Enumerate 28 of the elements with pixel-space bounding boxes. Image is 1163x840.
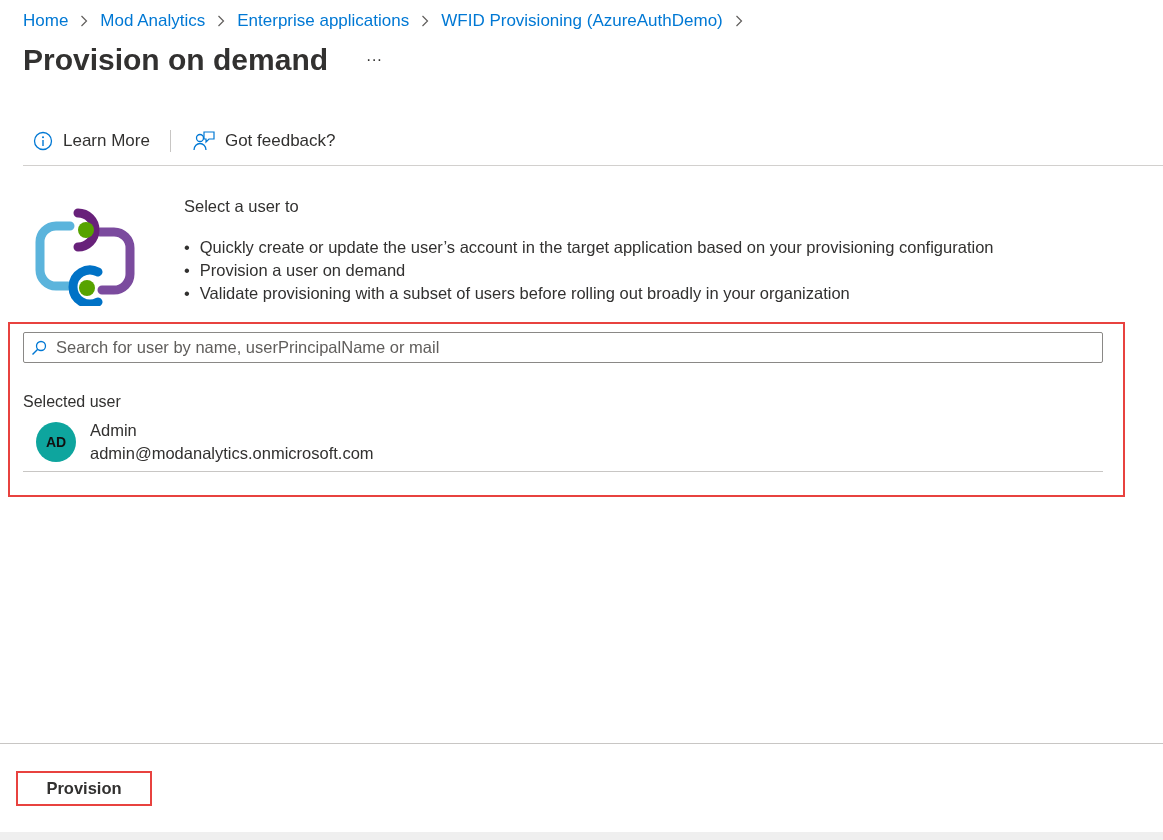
breadcrumb-link[interactable]: Home xyxy=(23,11,69,31)
breadcrumb-link[interactable]: Enterprise applications xyxy=(237,11,410,31)
more-button[interactable]: ··· xyxy=(362,51,387,69)
bullet-item: Provision a user on demand xyxy=(199,260,406,281)
info-icon xyxy=(33,131,53,151)
breadcrumb-link[interactable]: Mod Analytics xyxy=(100,11,206,31)
user-avatar: AD xyxy=(36,422,76,462)
chevron-right-icon xyxy=(217,15,226,27)
bullet-marker: • xyxy=(184,260,190,281)
feedback-icon xyxy=(192,130,215,152)
user-email: admin@modanalytics.onmicrosoft.com xyxy=(90,443,374,464)
chevron-right-icon xyxy=(80,15,89,27)
bullet-marker: • xyxy=(184,283,190,304)
bullet-item: Quickly create or update the user’s account in the target application based on your provisioning configuration xyxy=(199,237,994,258)
search-field[interactable]: Search for user by name, userPrincipalName or mail xyxy=(23,332,1103,363)
provisioning-logo-icon xyxy=(34,206,138,306)
user-name: Admin xyxy=(90,420,138,441)
selected-user-label: Selected user xyxy=(23,393,122,411)
provision-button[interactable]: Provision xyxy=(16,771,152,806)
intro-heading: Select a user to xyxy=(184,197,300,216)
bullet-marker: • xyxy=(184,237,190,258)
bullet-item: Validate provisioning with a subset of users before rolling out broadly in your organization xyxy=(199,283,850,304)
toolbar-button[interactable]: Learn More xyxy=(23,131,158,151)
breadcrumb-link[interactable]: WFID Provisioning (AzureAuthDemo) xyxy=(441,11,723,31)
chevron-right-icon xyxy=(734,15,743,27)
page-title: Provision on demand xyxy=(23,43,329,77)
chevron-right-icon xyxy=(421,15,430,27)
toolbar-button[interactable]: Got feedback? xyxy=(182,130,344,152)
